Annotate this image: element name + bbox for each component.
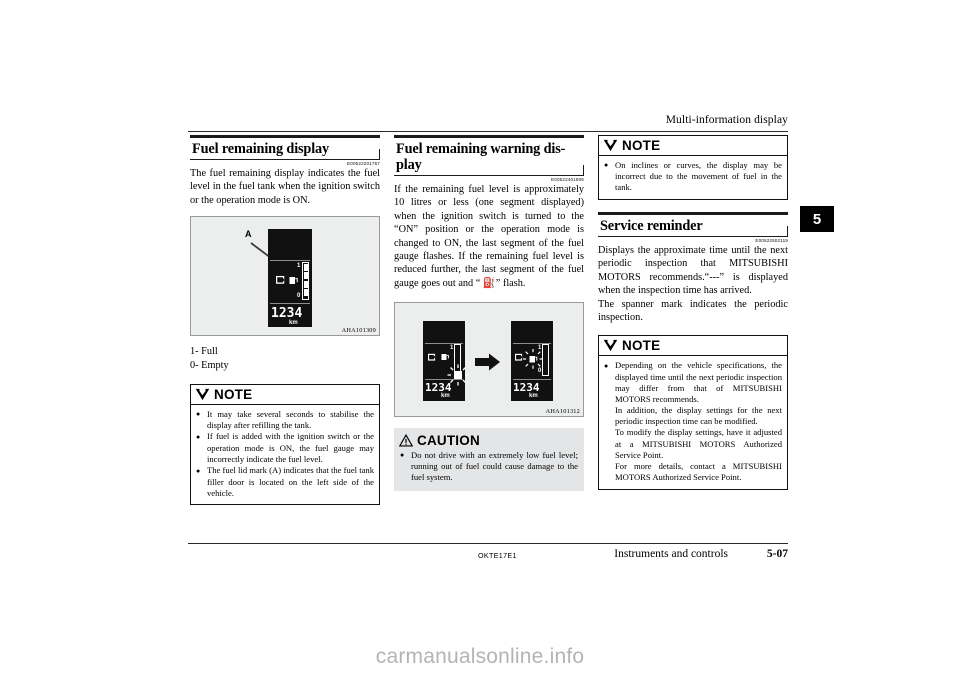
note-icon	[603, 139, 618, 152]
legend-line-full: 1- Full	[190, 346, 218, 358]
note-bullet-list: On inclines or curves, the display may b…	[604, 160, 782, 194]
figure-fuel-gauge: A 1 0 1234 km AHA101309	[190, 216, 380, 337]
legend-line-empty: 0- Empty	[190, 359, 229, 371]
fuel-gauge-bar	[542, 344, 549, 377]
section-heading-service-reminder: Service reminder	[598, 212, 788, 237]
flashing-fuel-warning-icon	[523, 349, 543, 369]
note-box-header: NOTE	[599, 336, 787, 357]
watermark: carmanualsonline.info	[375, 645, 585, 668]
instrument-cluster-illustration: 1 0 1234 km	[268, 229, 312, 328]
note-bullet: Depending on the vehicle specifications,…	[604, 360, 782, 483]
fuel-gauge-segment	[303, 280, 308, 288]
chapter-tab: 5	[800, 206, 834, 232]
odometer-unit: km	[529, 393, 538, 400]
page-header-title: Multi-information display	[665, 114, 788, 126]
note-icon	[603, 340, 618, 352]
header-divider	[188, 131, 788, 132]
arrow-right-icon	[475, 353, 500, 371]
note-box-header: NOTE	[599, 136, 787, 156]
fuel-gauge-segment	[303, 289, 308, 297]
manual-page: Multi-information display 5 Fuel remaini…	[0, 0, 960, 679]
fuel-lid-mark-icon	[276, 276, 285, 284]
note-box: NOTE Depending on the vehicle specificat…	[598, 335, 788, 490]
gauge-legend: 1- Full 0- Empty	[190, 345, 380, 372]
cluster-divider-bottom	[513, 379, 551, 381]
page-title: Fuel remaining display	[192, 140, 330, 157]
odometer-unit: km	[289, 320, 298, 327]
reference-code: E00522401906	[551, 176, 584, 182]
odometer-value: 1234	[271, 306, 303, 322]
instrument-cluster-illustration-before: 1 1234 km	[423, 321, 469, 402]
note-bullet: The fuel lid mark (A) indicates that the…	[196, 465, 374, 499]
footer-divider	[188, 543, 788, 544]
heading-rule-bottom	[598, 225, 788, 237]
body-paragraph: The spanner mark indicates the periodic …	[598, 298, 788, 323]
note-title: NOTE	[622, 338, 661, 354]
fuel-pump-icon	[441, 354, 449, 361]
note-box-body: Depending on the vehicle specifications,…	[599, 356, 787, 488]
figure-code: AHA101312	[544, 408, 581, 416]
gauge-label-full: 1	[297, 263, 301, 270]
caution-bullet-list: Do not drive with an extremely low fuel …	[400, 450, 578, 484]
note-icon	[195, 388, 210, 400]
warning-triangle-icon	[399, 434, 413, 447]
heading-rule-bottom	[190, 148, 380, 160]
note-box-body: It may take several seconds to stabilise…	[191, 405, 379, 505]
fuel-gauge-segment	[303, 263, 308, 271]
column-middle: Fuel remaining warning dis-play E0052240…	[394, 135, 584, 492]
body-paragraph: Displays the approximate time until the …	[598, 245, 788, 297]
section-title: Fuel remaining warning dis-play	[396, 140, 566, 173]
note-title: NOTE	[214, 386, 253, 402]
cluster-divider-bottom	[270, 303, 310, 305]
fuel-gauge-segment	[303, 272, 308, 280]
note-bullet-line: Depending on the vehicle specifications,…	[615, 360, 782, 404]
heading-rule-bottom	[394, 164, 584, 176]
cluster-divider-top	[270, 260, 310, 262]
footer-section-title: Instruments and controls	[614, 548, 728, 560]
reference-code: E00522201757	[347, 160, 380, 166]
caution-box-header: CAUTION	[394, 428, 584, 449]
column-right: NOTE On inclines or curves, the display …	[598, 135, 788, 490]
figure-fuel-warning: 1 1234 km 1 0 1234 km AHA101312	[394, 302, 584, 418]
caution-box-body: Do not drive with an extremely low fuel …	[394, 449, 584, 491]
note-bullet-line: In addition, the display settings for th…	[615, 405, 782, 427]
note-bullet-list: It may take several seconds to stabilise…	[196, 409, 374, 499]
note-bullet: On inclines or curves, the display may b…	[604, 160, 782, 194]
note-bullet: If fuel is added with the ignition switc…	[196, 431, 374, 465]
odometer-unit: km	[441, 393, 450, 400]
reference-code: E00522502119	[755, 237, 788, 243]
caution-box: CAUTION Do not drive with an extremely l…	[394, 428, 584, 492]
caution-title: CAUTION	[417, 433, 480, 449]
section-title: Service reminder	[600, 217, 703, 234]
instrument-cluster-illustration-after: 1 0 1234 km	[511, 321, 553, 402]
body-paragraph: If the remaining fuel level is approxima…	[394, 184, 584, 289]
document-code: OKTE17E1	[478, 551, 517, 560]
note-box: NOTE On inclines or curves, the display …	[598, 135, 788, 201]
footer-page-number: 5-07	[766, 548, 788, 560]
note-bullet-list: Depending on the vehicle specifications,…	[604, 360, 782, 483]
note-bullet-line: To modify the display settings, have it …	[615, 427, 782, 460]
odometer-value: 1234	[425, 381, 452, 395]
note-box: NOTE It may take several seconds to stab…	[190, 383, 380, 506]
note-box-body: On inclines or curves, the display may b…	[599, 156, 787, 199]
note-title: NOTE	[622, 138, 661, 153]
column-left: Fuel remaining display E00522201757 The …	[190, 135, 380, 506]
odometer-value: 1234	[513, 381, 540, 395]
fuel-lid-mark-icon	[428, 353, 436, 361]
caution-bullet: Do not drive with an extremely low fuel …	[400, 450, 578, 484]
section-heading-fuel-warning: Fuel remaining warning dis-play	[394, 135, 584, 176]
note-bullet-line: For more details, contact a MITSUBISHI M…	[615, 460, 782, 483]
section-heading-fuel-remaining-display: Fuel remaining display	[190, 135, 380, 160]
body-paragraph: The fuel remaining display indicates the…	[190, 168, 380, 206]
figure-code: AHA101309	[340, 327, 377, 335]
fuel-pump-icon	[289, 277, 298, 285]
gauge-label-empty: 0	[297, 293, 301, 300]
note-box-header: NOTE	[191, 385, 379, 405]
note-bullet: It may take several seconds to stabilise…	[196, 409, 374, 431]
gauge-label-full: 1	[450, 345, 454, 352]
